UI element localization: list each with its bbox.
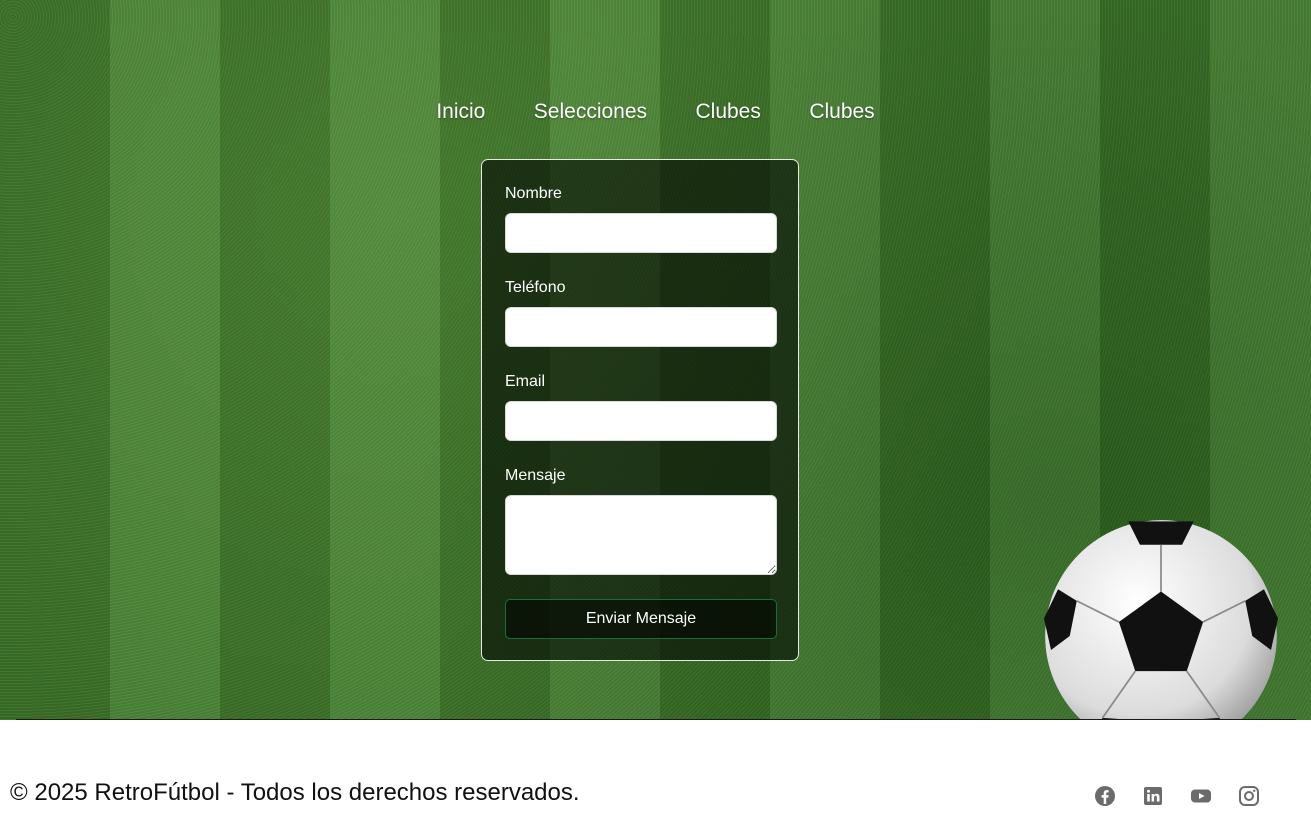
send-message-button[interactable]: Enviar Mensaje (505, 599, 777, 639)
nombre-label: Nombre (505, 185, 562, 202)
nav-link-inicio[interactable]: Inicio (436, 100, 485, 124)
main-nav: Inicio Selecciones Clubes Clubes (0, 100, 1311, 124)
nav-link-clubes[interactable]: Clubes (695, 100, 760, 124)
site-footer: © 2025 RetroFútbol - Todos los derechos … (0, 720, 1311, 824)
mensaje-textarea[interactable] (505, 495, 777, 575)
soccer-ball-image (1044, 520, 1278, 720)
telefono-label: Teléfono (505, 279, 566, 296)
nav-link-clubes-2[interactable]: Clubes (809, 100, 874, 124)
email-label: Email (505, 373, 546, 390)
facebook-icon[interactable] (1093, 784, 1117, 808)
nombre-input[interactable] (505, 213, 777, 253)
email-input[interactable] (505, 401, 777, 441)
contact-form: Nombre Teléfono Email Mensaje Enviar Men… (481, 159, 799, 661)
instagram-icon[interactable] (1237, 784, 1261, 808)
linkedin-icon[interactable] (1141, 784, 1165, 808)
mensaje-label: Mensaje (505, 467, 566, 484)
hero-section: Inicio Selecciones Clubes Clubes Nombre … (0, 0, 1311, 720)
nav-link-selecciones[interactable]: Selecciones (534, 100, 647, 124)
telefono-input[interactable] (505, 307, 777, 347)
youtube-icon[interactable] (1189, 784, 1213, 808)
copyright-text: © 2025 RetroFútbol - Todos los derechos … (10, 779, 580, 806)
